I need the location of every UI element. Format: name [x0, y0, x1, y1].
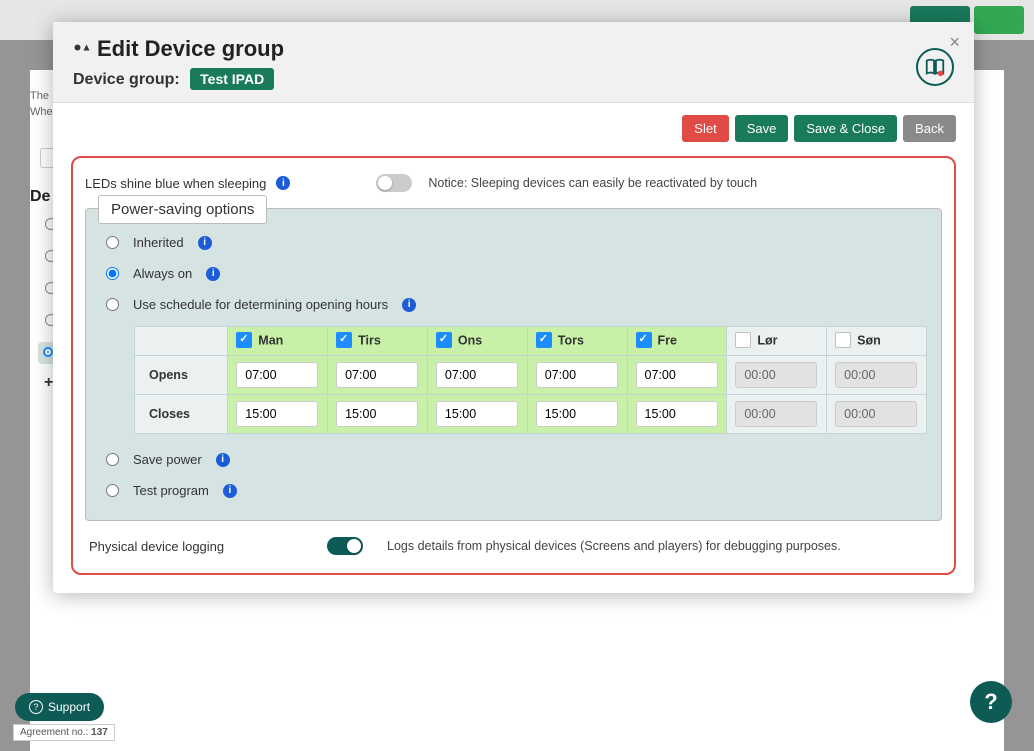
bg-text: The	[30, 90, 49, 102]
info-icon[interactable]: i	[206, 267, 220, 281]
info-icon[interactable]: i	[216, 453, 230, 467]
option-inherited: Inherited i	[100, 227, 927, 258]
edit-device-group-modal: × Edit Device group Device group: Test I…	[53, 22, 974, 593]
power-saving-fieldset: Power-saving options Inherited i Always …	[85, 208, 942, 521]
day-checkbox-fre[interactable]	[636, 332, 652, 348]
bg-button	[974, 6, 1024, 34]
bg-heading: De	[30, 188, 50, 206]
opens-input-man[interactable]	[236, 362, 318, 388]
closes-input-man[interactable]	[236, 401, 318, 427]
day-label-ons: Ons	[458, 333, 482, 347]
opens-input-tors[interactable]	[536, 362, 618, 388]
day-header-son: Søn	[827, 327, 927, 356]
close-icon[interactable]: ×	[949, 32, 960, 53]
schedule-corner	[135, 327, 228, 356]
day-label-son: Søn	[857, 333, 881, 347]
action-bar: Slet Save Save & Close Back	[71, 115, 956, 142]
option-schedule: Use schedule for determining opening hou…	[100, 289, 927, 320]
delete-button[interactable]: Slet	[682, 115, 728, 142]
day-checkbox-man[interactable]	[236, 332, 252, 348]
logging-label: Physical device logging	[89, 539, 309, 554]
help-circle-icon: ?	[29, 700, 43, 714]
power-saving-legend: Power-saving options	[98, 195, 267, 224]
leds-toggle[interactable]	[376, 174, 412, 192]
save-button[interactable]: Save	[735, 115, 789, 142]
save-close-button[interactable]: Save & Close	[794, 115, 897, 142]
shapes-icon	[73, 40, 91, 58]
closes-input-tirs[interactable]	[336, 401, 418, 427]
opens-input-son	[835, 362, 917, 388]
modal-header: × Edit Device group Device group: Test I…	[53, 22, 974, 103]
day-label-lor: Lør	[757, 333, 777, 347]
day-label-fre: Fre	[658, 333, 677, 347]
day-header-ons: Ons	[427, 327, 527, 356]
option-test-program: Test program i	[100, 475, 927, 506]
label-save-power: Save power	[133, 452, 202, 467]
label-schedule: Use schedule for determining opening hou…	[133, 297, 388, 312]
device-group-badge: Test IPAD	[190, 68, 274, 90]
bg-text: Whe	[30, 106, 53, 118]
logging-desc: Logs details from physical devices (Scre…	[387, 539, 841, 553]
option-always-on: Always on i	[100, 258, 927, 289]
label-inherited: Inherited	[133, 235, 184, 250]
day-header-man: Man	[228, 327, 328, 356]
day-label-tirs: Tirs	[358, 333, 381, 347]
back-button[interactable]: Back	[903, 115, 956, 142]
agreement-label: Agreement no.: 137	[13, 724, 115, 741]
opens-input-ons[interactable]	[436, 362, 518, 388]
closes-input-son	[835, 401, 917, 427]
opens-input-lor	[735, 362, 817, 388]
day-header-tors: Tors	[527, 327, 627, 356]
modal-subtitle: Device group: Test IPAD	[73, 68, 954, 90]
day-header-fre: Fre	[627, 327, 727, 356]
label-test-program: Test program	[133, 483, 209, 498]
leds-row: LEDs shine blue when sleeping i Notice: …	[85, 170, 942, 196]
manual-icon[interactable]	[916, 48, 954, 86]
opens-input-tirs[interactable]	[336, 362, 418, 388]
row-closes-label: Closes	[135, 395, 228, 434]
bg-plus-icon: +	[44, 374, 53, 392]
closes-input-fre[interactable]	[636, 401, 718, 427]
day-header-lor: Lør	[727, 327, 827, 356]
closes-input-lor	[735, 401, 817, 427]
help-fab-button[interactable]: ?	[970, 681, 1012, 723]
info-icon[interactable]: i	[402, 298, 416, 312]
radio-always-on[interactable]	[106, 267, 119, 280]
info-icon[interactable]: i	[276, 176, 290, 190]
info-icon[interactable]: i	[223, 484, 237, 498]
day-checkbox-tirs[interactable]	[336, 332, 352, 348]
radio-schedule[interactable]	[106, 298, 119, 311]
day-checkbox-lor[interactable]	[735, 332, 751, 348]
modal-title: Edit Device group	[73, 36, 954, 62]
leds-label: LEDs shine blue when sleeping	[85, 176, 266, 191]
label-always-on: Always on	[133, 266, 192, 281]
day-checkbox-ons[interactable]	[436, 332, 452, 348]
closes-input-ons[interactable]	[436, 401, 518, 427]
leds-notice: Notice: Sleeping devices can easily be r…	[428, 176, 757, 190]
option-save-power: Save power i	[100, 444, 927, 475]
logging-row: Physical device logging Logs details fro…	[85, 535, 942, 557]
question-icon: ?	[984, 689, 997, 715]
day-checkbox-tors[interactable]	[536, 332, 552, 348]
support-label: Support	[48, 700, 90, 714]
highlighted-section: LEDs shine blue when sleeping i Notice: …	[71, 156, 956, 575]
modal-body: Slet Save Save & Close Back LEDs shine b…	[53, 103, 974, 593]
day-label-tors: Tors	[558, 333, 584, 347]
info-icon[interactable]: i	[198, 236, 212, 250]
day-checkbox-son[interactable]	[835, 332, 851, 348]
radio-test-program[interactable]	[106, 484, 119, 497]
opens-input-fre[interactable]	[636, 362, 718, 388]
row-opens-label: Opens	[135, 356, 228, 395]
day-header-tirs: Tirs	[328, 327, 428, 356]
logging-toggle[interactable]	[327, 537, 363, 555]
radio-save-power[interactable]	[106, 453, 119, 466]
schedule-table: Man Tirs Ons Tors Fre Lør Søn Opens Closes	[134, 326, 927, 434]
closes-input-tors[interactable]	[536, 401, 618, 427]
support-button[interactable]: ? Support	[15, 693, 104, 721]
day-label-man: Man	[258, 333, 283, 347]
radio-inherited[interactable]	[106, 236, 119, 249]
modal-title-text: Edit Device group	[97, 36, 284, 62]
